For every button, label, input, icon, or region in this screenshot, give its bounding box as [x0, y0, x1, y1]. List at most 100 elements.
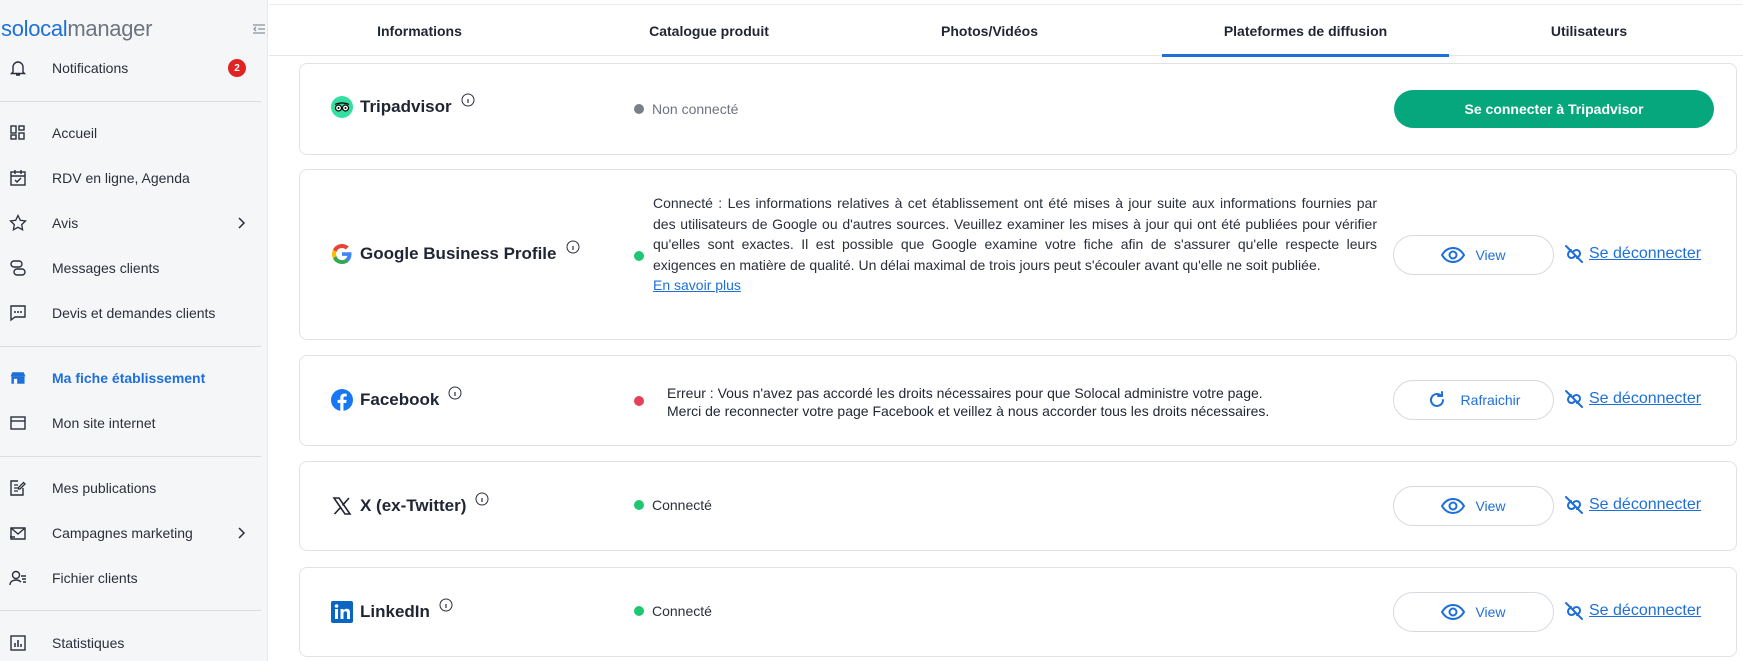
chevron-right-icon — [238, 527, 246, 539]
sidebar-item-home[interactable]: Accueil — [0, 113, 268, 153]
platform-header: Google Business Profile — [330, 240, 580, 266]
unlink-icon — [1565, 496, 1583, 514]
star-icon — [9, 214, 27, 232]
disconnect-x-link[interactable]: Se déconnecter — [1563, 494, 1701, 516]
message-square-icon — [9, 304, 27, 322]
tab-catalogue[interactable]: Catalogue produit — [570, 6, 848, 56]
platform-card-linkedin: LinkedIn Connecté View Se déconnecter — [299, 567, 1737, 657]
connection-status: Connecté — [634, 603, 712, 619]
dashboard-icon — [9, 124, 27, 142]
connection-status: Non connecté — [634, 101, 738, 117]
platform-name: Tripadvisor — [360, 97, 452, 116]
collapse-sidebar-icon[interactable] — [252, 22, 266, 36]
google-status-description: Connecté : Les informations relatives à … — [653, 193, 1377, 296]
top-border — [269, 4, 1743, 5]
platform-header: X (ex-Twitter) — [330, 492, 489, 518]
sidebar-item-label: Ma fiche établissement — [52, 370, 206, 386]
sidebar-item-publications[interactable]: Mes publications — [0, 468, 268, 508]
x-logo-icon — [330, 494, 354, 518]
info-icon[interactable] — [461, 93, 475, 107]
sidebar-item-notifications[interactable]: Notifications 2 — [0, 48, 268, 88]
button-label: View — [1475, 247, 1506, 263]
sidebar-divider — [0, 610, 261, 611]
tab-photos-videos[interactable]: Photos/Vidéos — [848, 6, 1131, 56]
info-icon[interactable] — [448, 386, 462, 400]
sidebar-item-messages[interactable]: Messages clients — [0, 248, 268, 288]
mail-send-icon — [9, 524, 27, 542]
connect-tripadvisor-button[interactable]: Se connecter à Tripadvisor — [1394, 90, 1714, 128]
eye-icon — [1441, 602, 1466, 622]
tab-plateformes[interactable]: Plateformes de diffusion — [1162, 6, 1449, 57]
error-line: Merci de reconnecter votre page Facebook… — [667, 403, 1270, 419]
platform-card-google: Google Business Profile Connecté : Les i… — [299, 169, 1737, 340]
sidebar-item-stats[interactable]: Statistiques — [0, 623, 268, 661]
refresh-facebook-button[interactable]: Rafraichir — [1393, 380, 1554, 420]
status-dot — [634, 104, 644, 114]
unlink-icon — [1565, 602, 1583, 620]
platform-card-tripadvisor: Tripadvisor Non connecté Se connecter à … — [299, 63, 1737, 155]
app-logo[interactable]: solocalmanager — [1, 16, 152, 42]
view-x-button[interactable]: View — [1393, 486, 1554, 526]
view-linkedin-button[interactable]: View — [1393, 592, 1554, 632]
chat-bubbles-icon — [9, 259, 27, 277]
sidebar-item-label: Devis et demandes clients — [52, 305, 216, 321]
tab-informations[interactable]: Informations — [269, 6, 570, 56]
facebook-error-message: Erreur : Vous n'avez pas accordé les dro… — [667, 384, 1269, 420]
disconnect-label: Se déconnecter — [1589, 245, 1702, 262]
status-dot — [634, 396, 644, 406]
status-dot — [634, 251, 644, 261]
status-text: Non connecté — [652, 101, 739, 117]
sidebar-item-customers[interactable]: Fichier clients — [0, 558, 268, 598]
disconnect-label: Se déconnecter — [1589, 496, 1702, 513]
tab-bar: Informations Catalogue produit Photos/Vi… — [269, 6, 1743, 57]
disconnect-linkedin-link[interactable]: Se déconnecter — [1563, 600, 1701, 622]
platform-card-x: X (ex-Twitter) Connecté View Se déconnec… — [299, 461, 1737, 551]
sidebar-item-label: Campagnes marketing — [52, 525, 193, 541]
button-label: View — [1475, 498, 1506, 514]
sidebar-item-label: Notifications — [52, 60, 129, 76]
status-text: Connecté : Les informations relatives à … — [653, 195, 1377, 273]
sidebar-item-label: Mon site internet — [52, 415, 156, 431]
sidebar-item-agenda[interactable]: RDV en ligne, Agenda — [0, 158, 268, 198]
error-line: Erreur : Vous n'avez pas accordé les dro… — [667, 385, 1263, 401]
info-icon[interactable] — [439, 598, 453, 612]
linkedin-logo-icon — [330, 600, 354, 624]
status-dot — [634, 606, 644, 616]
button-label: View — [1475, 604, 1506, 620]
sidebar-item-label: Fichier clients — [52, 570, 138, 586]
status-text: Connecté — [652, 497, 712, 513]
sidebar-item-label: Avis — [52, 215, 79, 231]
sidebar-item-quotes[interactable]: Devis et demandes clients — [0, 293, 268, 333]
view-google-button[interactable]: View — [1393, 235, 1554, 275]
sidebar-item-campaigns[interactable]: Campagnes marketing — [0, 513, 268, 553]
sidebar: solocalmanager Notifications 2 Accueil R… — [0, 0, 268, 661]
tab-utilisateurs[interactable]: Utilisateurs — [1449, 6, 1729, 56]
info-icon[interactable] — [475, 492, 489, 506]
sidebar-divider — [0, 346, 261, 347]
edit-document-icon — [9, 479, 27, 497]
unlink-icon — [1565, 390, 1583, 408]
disconnect-facebook-link[interactable]: Se déconnecter — [1563, 388, 1701, 410]
eye-icon — [1441, 245, 1466, 265]
sidebar-divider — [0, 101, 261, 102]
eye-icon — [1441, 496, 1466, 516]
storefront-icon — [9, 369, 27, 387]
sidebar-item-listing[interactable]: Ma fiche établissement — [0, 358, 268, 398]
sidebar-item-website[interactable]: Mon site internet — [0, 403, 268, 443]
sidebar-item-reviews[interactable]: Avis — [0, 203, 268, 243]
sidebar-item-label: RDV en ligne, Agenda — [52, 170, 190, 186]
logo-part2: manager — [67, 16, 153, 41]
info-icon[interactable] — [566, 240, 580, 254]
google-logo-icon — [330, 242, 354, 266]
learn-more-link[interactable]: En savoir plus — [653, 275, 1377, 296]
logo-part1: solocal — [1, 16, 68, 41]
chevron-right-icon — [238, 217, 246, 229]
sidebar-divider — [0, 456, 261, 457]
platform-name: Facebook — [360, 390, 440, 409]
status-dot — [634, 500, 644, 510]
refresh-icon — [1427, 390, 1451, 410]
sidebar-item-label: Statistiques — [52, 635, 125, 651]
platform-name: Google Business Profile — [360, 244, 557, 263]
disconnect-label: Se déconnecter — [1589, 390, 1702, 407]
disconnect-google-link[interactable]: Se déconnecter — [1563, 243, 1701, 265]
